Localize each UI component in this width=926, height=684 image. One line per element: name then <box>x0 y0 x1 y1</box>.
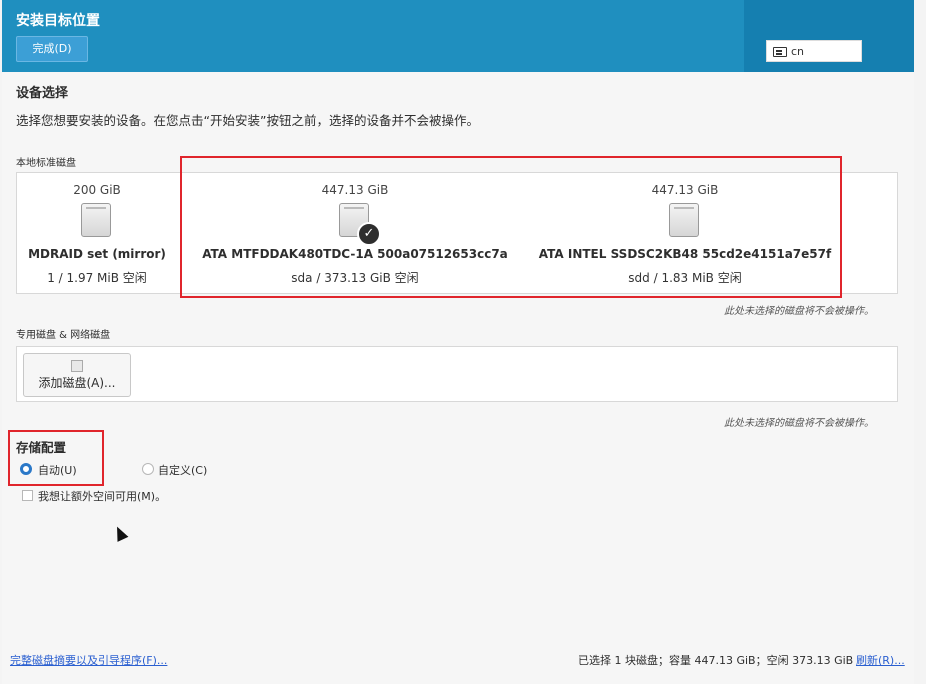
done-button[interactable]: 完成(D) <box>16 36 88 62</box>
specialized-disks-panel: 添加磁盘(A)... <box>16 346 898 402</box>
mouse-cursor-icon <box>111 524 129 542</box>
keyboard-icon <box>773 47 787 57</box>
specialized-disks-note: 此处未选择的磁盘将不会被操作。 <box>724 418 874 429</box>
radio-custom-label: 自定义(C) <box>158 464 208 477</box>
disk-item-mdraid[interactable]: 200 GiB MDRAID set (mirror) 1 / 1.97 MiB… <box>17 173 177 293</box>
device-selection-description: 选择您想要安装的设备。在您点击“开始安装”按钮之前，选择的设备并不会被操作。 <box>16 113 479 128</box>
full-disk-summary-link[interactable]: 完整磁盘摘要以及引导程序(F)... <box>10 652 167 668</box>
disk-small-icon <box>71 360 83 372</box>
radio-custom[interactable] <box>142 463 154 475</box>
device-selection-title: 设备选择 <box>16 86 69 101</box>
disk-name: MDRAID set (mirror) <box>28 247 166 261</box>
page-title: 安装目标位置 <box>16 13 100 29</box>
add-disk-button[interactable]: 添加磁盘(A)... <box>23 353 131 397</box>
header-bar: 安装目标位置 完成(D) cn <box>2 0 914 72</box>
add-disk-label: 添加磁盘(A)... <box>38 376 116 390</box>
local-disks-note: 此处未选择的磁盘将不会被操作。 <box>724 306 874 317</box>
disk-info: 1 / 1.97 MiB 空闲 <box>47 271 147 285</box>
keyboard-layout-indicator[interactable]: cn <box>766 40 862 62</box>
installation-destination-window: 安装目标位置 完成(D) cn 设备选择 选择您想要安装的设备。在您点击“开始安… <box>2 0 914 684</box>
highlight-box-disks <box>180 156 842 298</box>
selection-status: 已选择 1 块磁盘；容量 447.13 GiB；空闲 373.13 GiB <box>578 654 854 667</box>
hard-disk-icon <box>81 203 111 237</box>
keyboard-layout-label: cn <box>791 45 805 58</box>
local-disks-title: 本地标准磁盘 <box>16 158 76 169</box>
highlight-box-storage-config <box>8 430 104 486</box>
extra-space-checkbox[interactable] <box>22 490 33 501</box>
disk-size: 200 GiB <box>73 183 121 197</box>
extra-space-label: 我想让额外空间可用(M)。 <box>38 490 167 503</box>
specialized-disks-title: 专用磁盘 & 网络磁盘 <box>16 330 111 341</box>
refresh-link[interactable]: 刷新(R)... <box>856 652 905 668</box>
